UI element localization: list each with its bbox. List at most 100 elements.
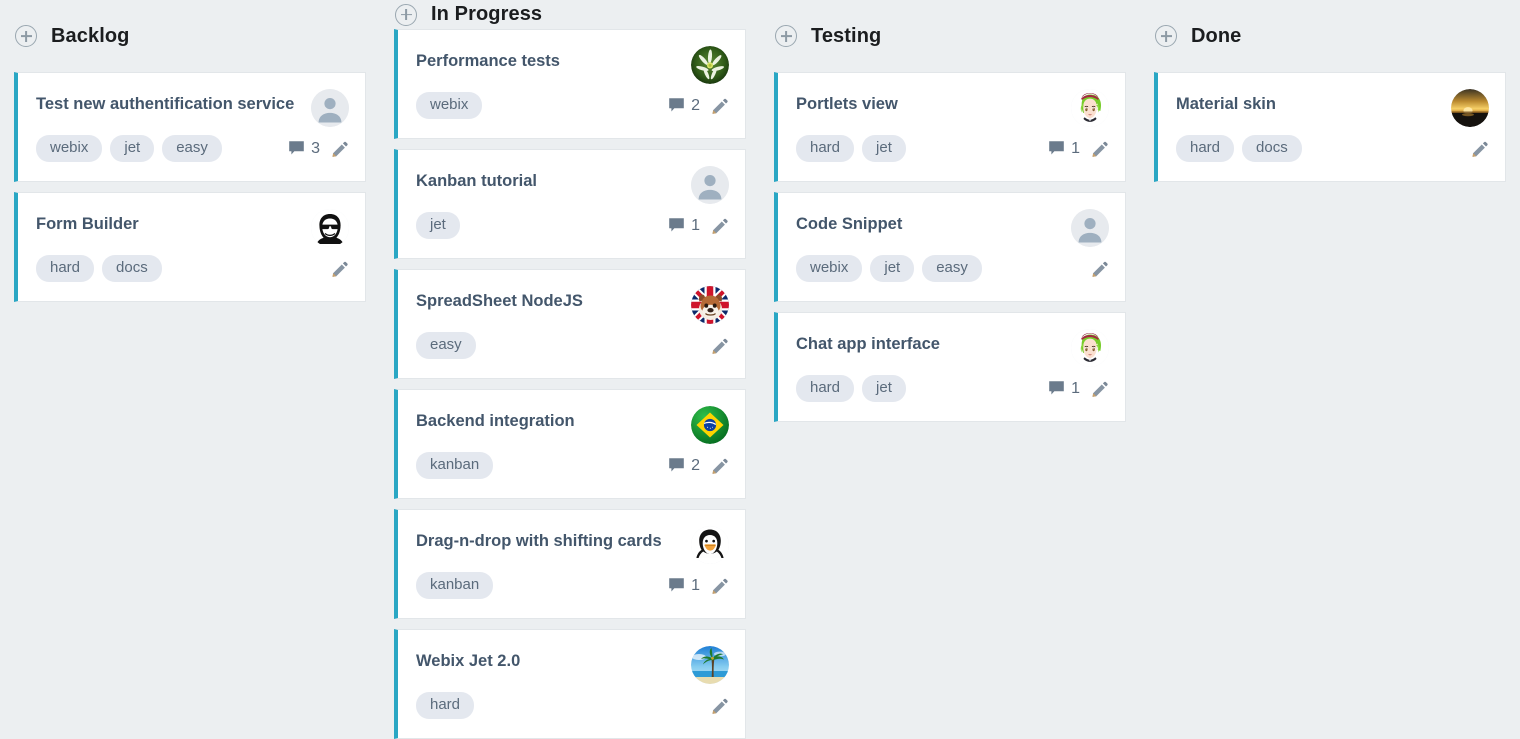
tag-hard[interactable]: hard (416, 692, 475, 719)
card-title: Material skin (1176, 95, 1276, 113)
comment-group[interactable]: 1 (668, 577, 700, 595)
pencil-icon[interactable] (1091, 140, 1109, 158)
comment-group[interactable]: 3 (288, 140, 320, 158)
kanban-card[interactable]: Material skin hard docs (1154, 72, 1506, 182)
plus-circle-icon[interactable] (395, 3, 417, 26)
green-hair-anime-avatar (1071, 89, 1109, 127)
comment-group[interactable]: 1 (1048, 380, 1080, 398)
card-footer: hard docs (36, 255, 349, 282)
column-title: Backlog (51, 24, 130, 47)
tag-jet[interactable]: jet (416, 212, 460, 239)
tag-list: hard docs (1176, 135, 1302, 162)
pencil-icon[interactable] (331, 260, 349, 278)
tag-webix[interactable]: webix (36, 135, 103, 162)
kanban-card[interactable]: Performance tests webix 2 (394, 29, 746, 139)
tag-hard[interactable]: hard (796, 375, 855, 402)
tag-list: hard docs (36, 255, 162, 282)
tag-kanban[interactable]: kanban (416, 452, 494, 479)
default-person-avatar (691, 166, 729, 204)
card-meta (1089, 260, 1109, 278)
card-footer: hard (416, 692, 729, 719)
plus-circle-icon[interactable] (1155, 25, 1177, 47)
tag-easy[interactable]: easy (416, 332, 476, 359)
tag-webix[interactable]: webix (416, 92, 483, 119)
card-list: Portlets view hard jet 1 Code Snippet we… (774, 72, 1126, 422)
card-meta: 1 (1048, 140, 1109, 158)
green-hair-anime-avatar (1071, 329, 1109, 367)
kanban-column-in-progress: In Progress Performance tests webix 2 Kanb… (380, 0, 760, 739)
kanban-card[interactable]: Backend integration kanban 2 (394, 389, 746, 499)
pencil-icon[interactable] (711, 337, 729, 355)
card-meta: 2 (668, 97, 729, 115)
card-header: Webix Jet 2.0 (416, 646, 729, 684)
tag-hard[interactable]: hard (796, 135, 855, 162)
sunglasses-face-avatar (311, 209, 349, 247)
kanban-card[interactable]: SpreadSheet NodeJS easy (394, 269, 746, 379)
card-meta: 2 (668, 457, 729, 475)
comment-icon (1048, 380, 1065, 397)
card-footer: webix jet easy 3 (36, 135, 349, 162)
card-meta: 1 (1048, 380, 1109, 398)
comment-icon (1048, 140, 1065, 157)
kanban-card[interactable]: Chat app interface hard jet 1 (774, 312, 1126, 422)
default-person-avatar (311, 89, 349, 127)
tag-jet[interactable]: jet (110, 135, 155, 162)
tag-kanban[interactable]: kanban (416, 572, 494, 599)
kanban-card[interactable]: Test new authentification service webix j… (14, 72, 366, 182)
comment-group[interactable]: 1 (1048, 140, 1080, 158)
pencil-icon[interactable] (1091, 380, 1109, 398)
tag-easy[interactable]: easy (922, 255, 982, 282)
tag-easy[interactable]: easy (162, 135, 222, 162)
card-title: Backend integration (416, 412, 575, 430)
card-footer: hard jet 1 (796, 375, 1109, 402)
card-footer: hard jet 1 (796, 135, 1109, 162)
kanban-card[interactable]: Webix Jet 2.0 hard (394, 629, 746, 739)
plus-circle-icon[interactable] (775, 25, 797, 47)
card-title: Test new authentification service (36, 95, 295, 113)
card-header: SpreadSheet NodeJS (416, 286, 729, 324)
plus-circle-icon[interactable] (15, 25, 37, 47)
tag-docs[interactable]: docs (102, 255, 162, 282)
comment-count: 2 (691, 456, 700, 474)
comment-group[interactable]: 1 (668, 217, 700, 235)
tag-list: webix (416, 92, 483, 119)
kanban-card[interactable]: Drag-n-drop with shifting cards kanban 1 (394, 509, 746, 619)
pencil-icon[interactable] (1471, 140, 1489, 158)
column-header-backlog: Backlog (14, 0, 366, 72)
card-footer: hard docs (1176, 135, 1489, 162)
comment-group[interactable]: 2 (668, 457, 700, 475)
pencil-icon[interactable] (711, 697, 729, 715)
tag-docs[interactable]: docs (1242, 135, 1302, 162)
white-flower-avatar (691, 46, 729, 84)
card-header: Form Builder (36, 209, 349, 247)
kanban-card[interactable]: Form Builder hard docs (14, 192, 366, 302)
tag-jet[interactable]: jet (862, 375, 906, 402)
pencil-icon[interactable] (711, 217, 729, 235)
card-header: Code Snippet (796, 209, 1109, 247)
card-title: Chat app interface (796, 335, 940, 353)
kanban-card[interactable]: Kanban tutorial jet 1 (394, 149, 746, 259)
tag-webix[interactable]: webix (796, 255, 863, 282)
comment-icon (288, 140, 305, 157)
pencil-icon[interactable] (1091, 260, 1109, 278)
kanban-card[interactable]: Portlets view hard jet 1 (774, 72, 1126, 182)
tag-jet[interactable]: jet (862, 135, 906, 162)
column-title: In Progress (431, 3, 543, 25)
tag-jet[interactable]: jet (870, 255, 915, 282)
comment-group[interactable]: 2 (668, 97, 700, 115)
pencil-icon[interactable] (711, 577, 729, 595)
pencil-icon[interactable] (711, 457, 729, 475)
tag-list: kanban (416, 452, 494, 479)
pencil-icon[interactable] (711, 97, 729, 115)
penguin-avatar (691, 526, 729, 564)
tag-hard[interactable]: hard (36, 255, 95, 282)
kanban-card[interactable]: Code Snippet webix jet easy (774, 192, 1126, 302)
column-header-in-progress: In Progress (394, 0, 746, 29)
card-title: Performance tests (416, 52, 560, 70)
tag-hard[interactable]: hard (1176, 135, 1235, 162)
pencil-icon[interactable] (331, 140, 349, 158)
comment-count: 1 (691, 576, 700, 594)
card-list: Performance tests webix 2 Kanban tutorial (394, 29, 746, 739)
comment-icon (668, 217, 685, 234)
comment-count: 3 (311, 139, 320, 157)
